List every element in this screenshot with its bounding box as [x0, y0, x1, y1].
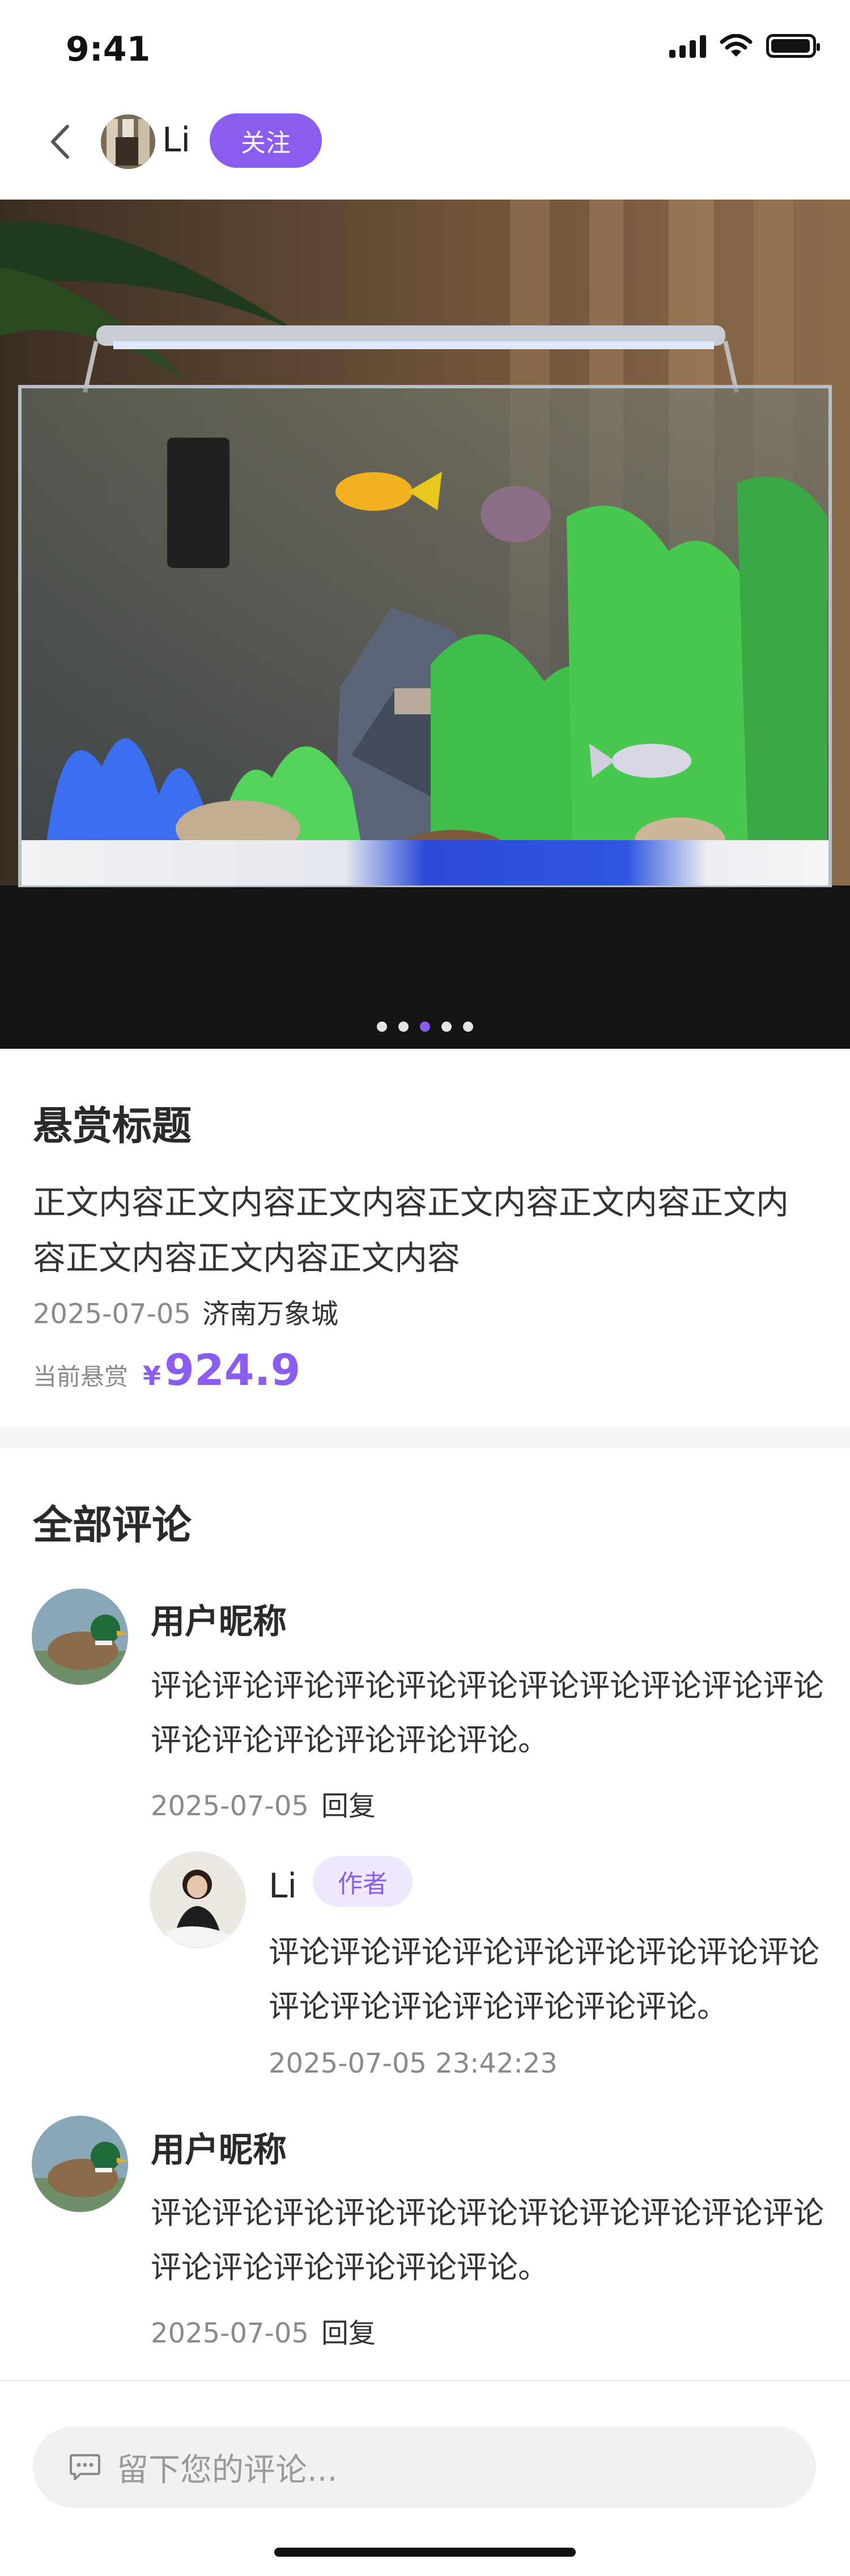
- carousel-dot-active[interactable]: [420, 1022, 430, 1032]
- comment-input-placeholder: 留下您的评论...: [117, 2451, 338, 2489]
- nav-bar: Li 关注: [0, 96, 850, 193]
- battery-icon: [766, 34, 820, 58]
- comment-meta: 2025-07-05 回复: [151, 1783, 376, 1823]
- aquarium-photo: [0, 200, 850, 1049]
- author-avatar[interactable]: [101, 115, 155, 169]
- carousel-dot[interactable]: [463, 1022, 473, 1032]
- reply-text: 评论评论评论评论评论评论评论评论评论评论评论评论评论评论评论评论。: [269, 1934, 819, 2024]
- reward-amount: 924.9: [164, 1345, 301, 1395]
- reward-currency: ¥: [143, 1361, 162, 1391]
- reply-button[interactable]: 回复: [321, 1790, 376, 1822]
- comment-text: 评论评论评论评论评论评论评论评论评论评论评论评论评论评论评论评论评论。: [151, 1668, 824, 1758]
- input-divider: [0, 2380, 850, 2382]
- post-date: 2025-07-05: [33, 1298, 191, 1330]
- reply-button[interactable]: 回复: [321, 2317, 376, 2349]
- post-location: 济南万象城: [202, 1298, 338, 1330]
- comment-date: 2025-07-05: [151, 2317, 309, 2349]
- post-info: 悬赏标题 正文内容正文内容正文内容正文内容正文内容正文内容正文内容正文内容正文内…: [0, 1049, 850, 1427]
- comment-text: 评论评论评论评论评论评论评论评论评论评论评论评论评论评论评论评论评论。: [151, 2195, 824, 2285]
- comments-title: 全部评论: [33, 1502, 192, 1548]
- commenter-avatar[interactable]: [32, 2116, 128, 2212]
- post-meta: 2025-07-05 济南万象城: [33, 1291, 338, 1331]
- author-reply-name: Li: [269, 1866, 298, 1906]
- reward-info: 当前悬赏 ¥ 924.9: [33, 1345, 300, 1395]
- follow-button[interactable]: 关注: [210, 113, 322, 168]
- post-title: 悬赏标题: [33, 1103, 192, 1149]
- reply-datetime: 2025-07-05 23:42:23: [269, 2048, 558, 2079]
- author-badge: 作者: [313, 1856, 413, 1907]
- carousel-dot[interactable]: [398, 1022, 409, 1032]
- comment-meta: 2025-07-05 回复: [151, 2311, 376, 2350]
- comment-input[interactable]: 留下您的评论...: [33, 2426, 816, 2508]
- comment-bubble-icon: [69, 2453, 101, 2481]
- commenter-name: 用户昵称: [151, 1602, 287, 1642]
- cellular-signal-icon: [669, 34, 706, 58]
- commenter-avatar[interactable]: [32, 1588, 128, 1685]
- carousel-dot[interactable]: [441, 1022, 452, 1032]
- author-name[interactable]: Li: [162, 120, 190, 160]
- post-image-carousel[interactable]: [0, 200, 850, 1049]
- status-icons: [669, 34, 820, 58]
- comment-date: 2025-07-05: [151, 1790, 309, 1822]
- reward-label: 当前悬赏: [33, 1363, 129, 1391]
- status-bar: 9:41: [0, 0, 850, 96]
- carousel-indicator[interactable]: [0, 1022, 850, 1032]
- home-indicator: [274, 2548, 576, 2557]
- commenter-name: 用户昵称: [151, 2130, 287, 2170]
- author-reply-avatar[interactable]: [150, 1852, 246, 1948]
- post-body: 正文内容正文内容正文内容正文内容正文内容正文内容正文内容正文内容正文内容: [33, 1183, 789, 1277]
- post-detail-page: 9:41 Li 关注 悬赏标题 正文内容正文内容正文内容正文内容正文内容正文内容…: [0, 0, 850, 2576]
- status-time: 9:41: [66, 29, 151, 69]
- chevron-left-icon: [51, 125, 69, 159]
- back-button[interactable]: [40, 119, 79, 164]
- carousel-dot[interactable]: [377, 1022, 387, 1032]
- wifi-icon: [720, 34, 753, 57]
- section-divider: [0, 1427, 850, 1448]
